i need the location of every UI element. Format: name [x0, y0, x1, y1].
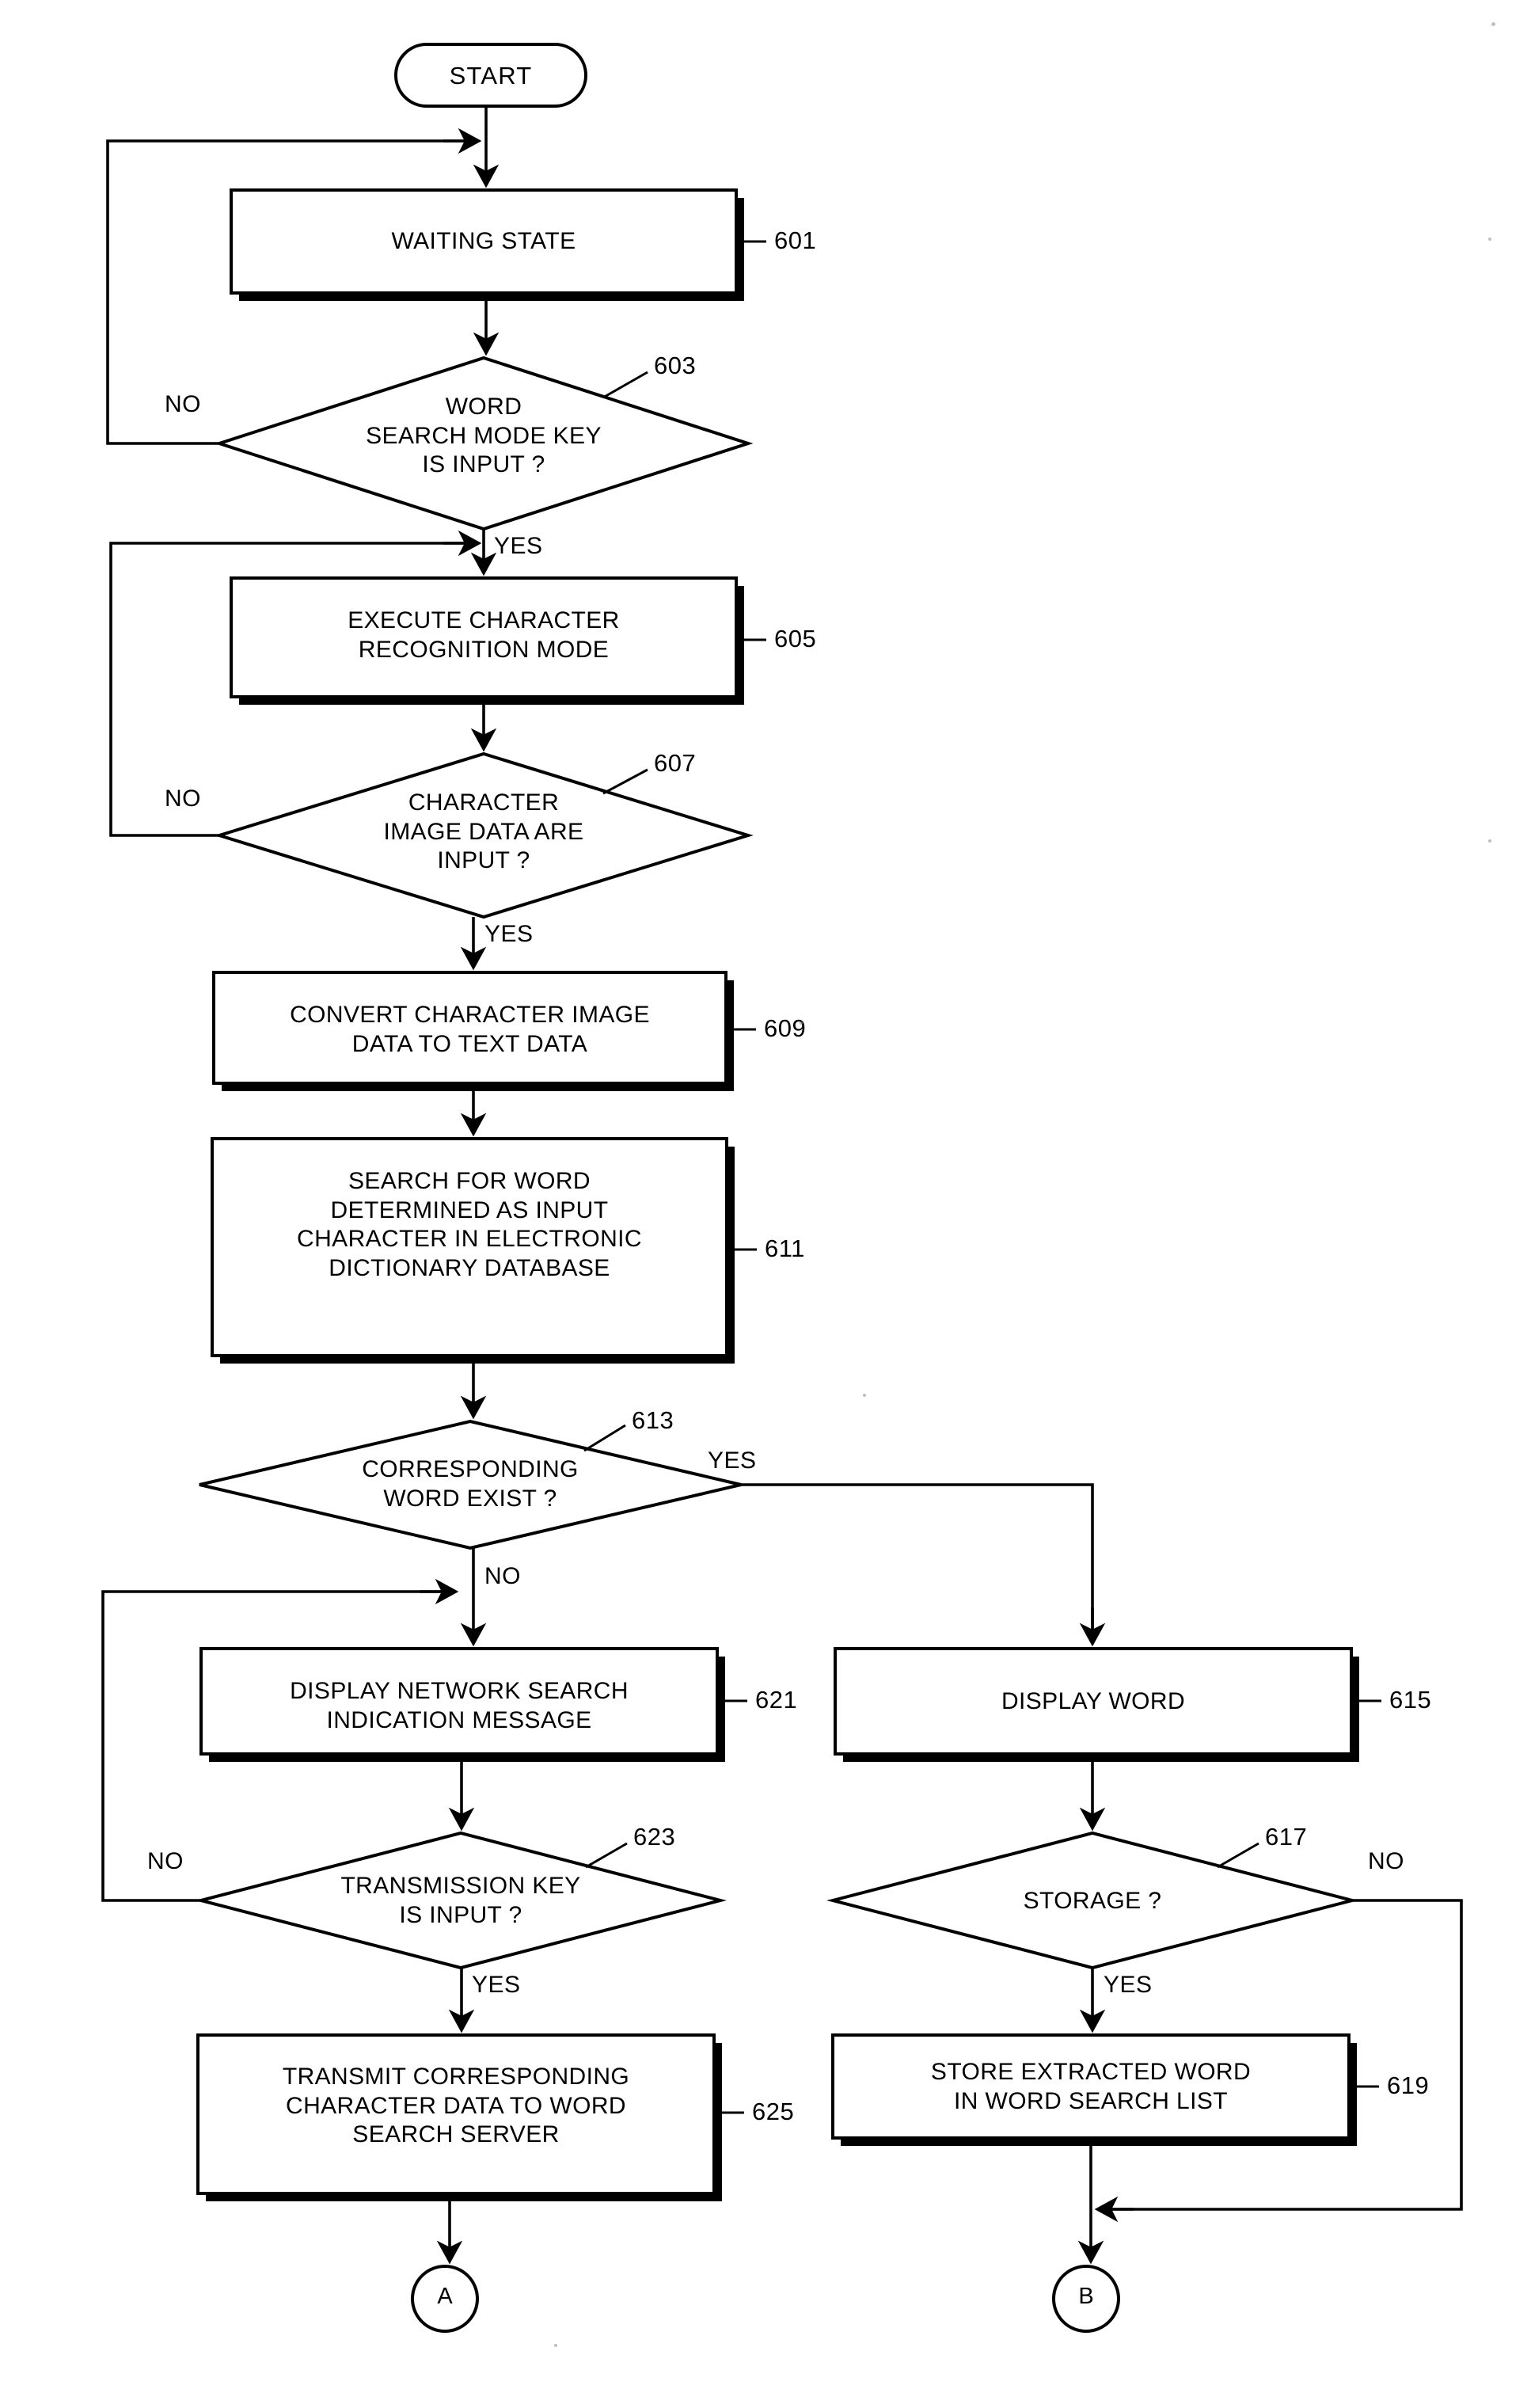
- scan-speck: [1488, 238, 1491, 241]
- connector-a-label: A: [437, 2284, 453, 2309]
- scan-speck: [1491, 22, 1495, 26]
- scan-speck: [554, 2344, 557, 2347]
- node-623-shape: [195, 1831, 727, 1970]
- edge-label-yes-617: YES: [1104, 1972, 1153, 1998]
- node-625-shape: [196, 2033, 722, 2201]
- edge-label-no-623: NO: [147, 1848, 184, 1874]
- edge-label-yes-603: YES: [494, 533, 543, 559]
- edge-label-no-607: NO: [165, 786, 201, 812]
- node-601-shape: [230, 188, 744, 301]
- node-607-shape: [214, 751, 754, 919]
- edge-label-no-603: NO: [165, 391, 201, 417]
- edge-label-no-613: NO: [484, 1563, 521, 1589]
- node-609-shape: [212, 971, 734, 1091]
- node-621-shape: [199, 1647, 725, 1762]
- edge-label-yes-623: YES: [472, 1972, 521, 1998]
- flowchart-graphics: [101, 43, 1463, 2333]
- edge-label-yes-607: YES: [484, 921, 534, 947]
- ref-621: 621: [755, 1686, 798, 1714]
- node-615-shape: [834, 1647, 1359, 1762]
- ref-619: 619: [1387, 2071, 1430, 2099]
- ref-607: 607: [654, 749, 697, 777]
- edge-label-no-617: NO: [1368, 1848, 1404, 1874]
- node-617-shape: [826, 1831, 1358, 1970]
- ref-609: 609: [764, 1014, 807, 1042]
- node-611-shape: [211, 1137, 735, 1364]
- ref-603: 603: [654, 352, 697, 379]
- ref-611: 611: [765, 1234, 805, 1262]
- start-label: START: [449, 62, 533, 89]
- scan-speck: [863, 1394, 866, 1397]
- node-605-shape: [230, 576, 744, 705]
- node-603-shape: [214, 356, 754, 531]
- ref-615: 615: [1389, 1686, 1432, 1714]
- scan-speck: [800, 1021, 803, 1025]
- edge-label-yes-613: YES: [708, 1447, 757, 1474]
- node-619-shape: [831, 2033, 1357, 2146]
- connector-b-label: B: [1078, 2284, 1094, 2309]
- scan-speck: [1488, 839, 1491, 843]
- ref-617: 617: [1265, 1823, 1308, 1851]
- ref-625: 625: [752, 2098, 795, 2125]
- node-613-shape: [199, 1419, 742, 1550]
- ref-601: 601: [774, 226, 817, 254]
- ref-613: 613: [632, 1406, 674, 1434]
- ref-605: 605: [774, 625, 817, 652]
- flowchart-canvas: START WAITING STATE WORD SEARCH MODE KEY…: [0, 0, 1531, 2408]
- ref-623: 623: [633, 1823, 676, 1851]
